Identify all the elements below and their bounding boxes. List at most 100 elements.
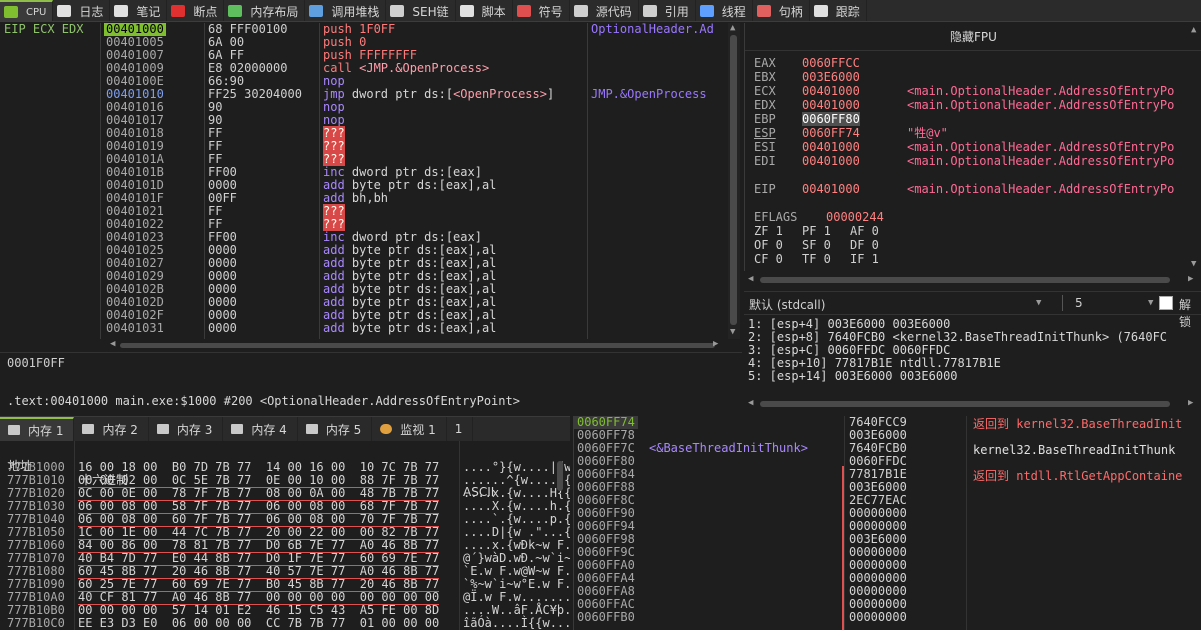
tab-thread[interactable]: 线程	[696, 0, 753, 21]
flag-value[interactable]: OF 0	[754, 238, 783, 252]
mnemonic-part: add	[323, 282, 352, 296]
tab-reference[interactable]: 引用	[639, 0, 696, 21]
scroll-right-icon[interactable]: ▶	[713, 339, 718, 349]
dump-vertical-scrollbar[interactable]	[555, 459, 565, 629]
mnemonic-part: ???	[323, 204, 345, 218]
tab-call-stack[interactable]: 调用堆栈	[305, 0, 387, 21]
instruction-address[interactable]: 00401031	[106, 322, 164, 335]
register-value[interactable]: 0060FF74	[802, 126, 860, 140]
register-row[interactable]: EBX 003E6000	[754, 70, 1194, 84]
register-row[interactable]: EDI 00401000 <main.OptionalHeader.AddressO…	[754, 154, 1194, 168]
stack-row[interactable]: 0060FFB0 00000000	[574, 611, 1201, 624]
scroll-up-icon[interactable]: ▲	[1191, 25, 1196, 35]
register-value[interactable]: 0060FFCC	[802, 56, 860, 70]
register-row[interactable]: EAX 0060FFCC	[754, 56, 1194, 70]
dump-hex-bytes[interactable]: EE E3 D3 E0 06 00 00 00 CC 7B 7B 77 01 0…	[78, 617, 439, 630]
chevron-down-icon[interactable]: ▼	[1036, 298, 1041, 308]
flag-value[interactable]: ZF 1	[754, 224, 783, 238]
dump-tab[interactable]: 内存 4	[223, 417, 298, 441]
dump-tab[interactable]: 监视 1	[372, 417, 447, 441]
dump-tab[interactable]: 内存 1	[0, 417, 75, 441]
unlock-checkbox[interactable]	[1159, 296, 1173, 310]
arguments-horizontal-scrollbar[interactable]: ◀ ▶	[748, 398, 1198, 410]
disassembly-horizontal-scrollbar[interactable]: ◀ ▶	[110, 339, 720, 350]
log-icon	[57, 5, 72, 17]
scrollbar-thumb[interactable]	[730, 35, 737, 325]
chevron-down-icon[interactable]: ▼	[1148, 298, 1153, 308]
register-value[interactable]: 0060FF80	[802, 112, 860, 126]
tab-notes[interactable]: 笔记	[110, 0, 168, 21]
dump-tab-more[interactable]: 1	[447, 417, 474, 441]
register-value[interactable]: 003E6000	[802, 70, 860, 84]
dump-address[interactable]: 777B10C0	[7, 617, 65, 630]
memory-dump-view[interactable]: 地址 十六进制 ASCII 777B1000 16 00 18 00 B0 7D …	[0, 441, 570, 630]
scrollbar-thumb[interactable]	[120, 343, 715, 348]
flag-value[interactable]: SF 0	[802, 238, 831, 252]
scroll-left-icon[interactable]: ◀	[748, 274, 753, 284]
register-value[interactable]: 00401000	[802, 182, 860, 196]
mnemonic-part: byte ptr ds:[eax],al	[351, 282, 497, 296]
handle-icon	[756, 5, 771, 17]
disasm-row[interactable]: 00401031 0000 add byte ptr ds:[eax],al	[0, 322, 728, 335]
register-value[interactable]: 00401000	[802, 154, 860, 168]
stack-view[interactable]: 0060FF74 7640FCC9 0060FF78 003E6000 0060FF7C…	[573, 416, 1201, 630]
scroll-left-icon[interactable]: ◀	[748, 398, 753, 408]
flag-value[interactable]: IF 1	[850, 252, 879, 266]
disassembly-vertical-scrollbar[interactable]: ▲ ▼	[728, 23, 740, 339]
stack-address[interactable]: 0060FFB0	[577, 611, 635, 624]
scroll-right-icon[interactable]: ▶	[1188, 398, 1193, 408]
scroll-down-icon[interactable]: ▼	[730, 327, 735, 337]
tab-memory-map[interactable]: 内存布局	[224, 0, 306, 21]
dump-ascii[interactable]: îãÓà....Ì{{w....	[463, 617, 570, 630]
arg-count-select[interactable]: 5	[1075, 296, 1083, 310]
register-value[interactable]: 00000244	[826, 210, 884, 224]
flag-value[interactable]: PF 1	[802, 224, 831, 238]
dump-tab[interactable]: 内存 3	[149, 417, 224, 441]
tab-script[interactable]: 脚本	[456, 0, 513, 21]
mnemonic-part: nop	[323, 74, 345, 88]
calling-convention-select[interactable]: 默认 (stdcall)	[749, 296, 825, 313]
mnemonic-part: ???	[323, 217, 345, 231]
tab-trace[interactable]: 跟踪	[810, 0, 867, 21]
register-name: ECX	[754, 84, 776, 98]
register-row[interactable]: EFLAGS 00000244	[754, 210, 1194, 224]
hide-fpu-button[interactable]: 隐藏FPU	[745, 23, 1201, 51]
tab-handle[interactable]: 句柄	[753, 0, 810, 21]
register-row[interactable]: EDX 00401000 <main.OptionalHeader.AddressO…	[754, 98, 1194, 112]
tab-breakpoint[interactable]: 断点	[167, 0, 225, 21]
scroll-up-icon[interactable]: ▲	[730, 23, 735, 33]
scrollbar-thumb[interactable]	[557, 461, 563, 491]
register-value[interactable]: 00401000	[802, 140, 860, 154]
stack-arguments-list[interactable]: 1: [esp+4] 003E6000 003E6000 2: [esp+8] 7…	[744, 316, 1201, 396]
register-horizontal-scrollbar[interactable]: ◀ ▶	[748, 274, 1198, 286]
tab-cpu[interactable]: CPU	[0, 0, 54, 21]
register-row[interactable]: EIP 00401000 <main.OptionalHeader.AddressO…	[754, 182, 1194, 196]
register-row[interactable]: ECX 00401000 <main.OptionalHeader.AddressO…	[754, 84, 1194, 98]
register-row[interactable]: EBP 0060FF80	[754, 112, 1194, 126]
scrollbar-thumb[interactable]	[760, 277, 1170, 283]
tab-symbol[interactable]: 符号	[513, 0, 570, 21]
flag-value[interactable]: AF 0	[850, 224, 879, 238]
dump-row[interactable]: 777B10C0 EE E3 D3 E0 06 00 00 00 CC 7B 7B…	[0, 617, 570, 630]
scroll-down-icon[interactable]: ▼	[1191, 259, 1196, 269]
flag-value[interactable]: TF 0	[802, 252, 831, 266]
disassembly-view[interactable]: EIP ECX EDX 00401000 68 FFF00100 push 1F0FF…	[0, 23, 728, 339]
scroll-left-icon[interactable]: ◀	[110, 339, 115, 349]
register-row[interactable]: ESI 00401000 <main.OptionalHeader.AddressO…	[754, 140, 1194, 154]
tab-source[interactable]: 源代码	[570, 0, 639, 21]
tab-log[interactable]: 日志	[53, 0, 111, 21]
register-row[interactable]	[754, 168, 1194, 182]
flag-value[interactable]: CF 0	[754, 252, 783, 266]
register-row[interactable]	[754, 196, 1194, 210]
dump-tab[interactable]: 内存 5	[298, 417, 373, 441]
register-row[interactable]: ESP 0060FF74 "牲@v"	[754, 126, 1194, 140]
stack-value[interactable]: 00000000	[849, 611, 907, 624]
dump-tab[interactable]: 内存 2	[74, 417, 149, 441]
scroll-right-icon[interactable]: ▶	[1188, 274, 1193, 284]
scrollbar-thumb[interactable]	[760, 401, 1170, 407]
stack-argument[interactable]: 5: [esp+14] 003E6000 003E6000	[748, 370, 958, 383]
register-value[interactable]: 00401000	[802, 98, 860, 112]
tab-seh[interactable]: SEH链	[386, 0, 456, 21]
register-value[interactable]: 00401000	[802, 84, 860, 98]
flag-value[interactable]: DF 0	[850, 238, 879, 252]
